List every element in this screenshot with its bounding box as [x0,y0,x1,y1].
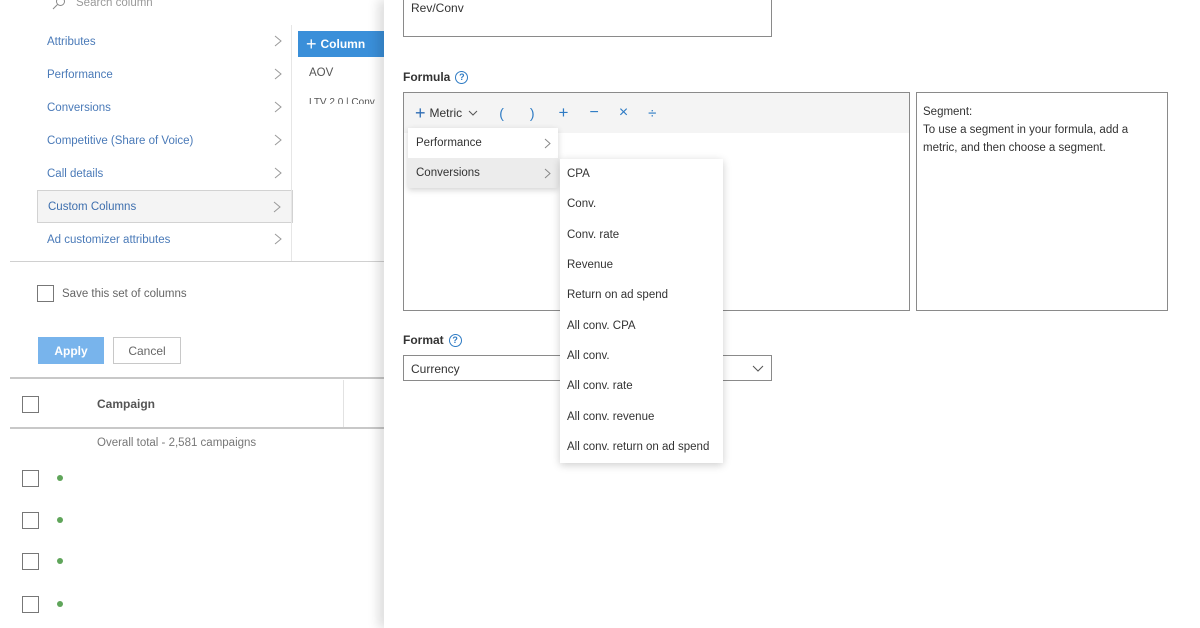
row-checkbox[interactable] [22,512,39,529]
menu-item-conversions[interactable]: Conversions [408,158,558,188]
column-category-list: Attributes Performance Conversions Compe… [37,25,293,256]
category-label: Performance [47,68,113,81]
chevron-right-icon [274,68,282,80]
search-icon [52,0,65,10]
formula-toolbar: + Metric ( ) + − × ÷ [404,93,909,133]
category-label: Custom Columns [48,200,137,213]
close-paren-button[interactable]: ) [530,105,535,121]
custom-column-item[interactable]: LTV 2.0 | Conv [309,97,375,104]
format-value: Currency [411,362,460,376]
category-label: Conversions [47,101,111,114]
metric-option[interactable]: All conv. CPA [560,310,723,340]
category-performance[interactable]: Performance [37,58,293,91]
save-column-set[interactable]: Save this set of columns [37,285,187,302]
help-icon[interactable]: ? [448,333,462,347]
chevron-right-icon [274,101,282,113]
segment-description: To use a segment in your formula, add a … [923,124,1129,154]
search-input[interactable]: Search column [76,0,153,9]
panel-divider [10,261,384,262]
chevron-right-icon [544,138,551,149]
cancel-button[interactable]: Cancel [113,337,181,364]
open-paren-button[interactable]: ( [499,105,504,121]
multiply-operator-button[interactable]: × [619,104,628,122]
chevron-right-icon [274,233,282,245]
formula-label: Formula ? [403,70,469,84]
metric-option[interactable]: Conv. [560,189,723,219]
metric-category-menu: Performance Conversions [408,128,558,188]
metric-option[interactable]: Revenue [560,250,723,280]
status-dot-icon [57,517,63,523]
divide-operator-button[interactable]: ÷ [648,105,656,122]
column-divider [291,25,292,261]
chevron-right-icon [274,167,282,179]
help-icon[interactable]: ? [455,70,469,84]
column-separator [343,380,344,427]
segment-title: Segment: [923,106,973,118]
row-checkbox[interactable] [22,596,39,613]
segment-help-panel: Segment: To use a segment in your formul… [916,92,1168,311]
category-ad-customizer[interactable]: Ad customizer attributes [37,223,293,256]
status-dot-icon [57,475,63,481]
chevron-right-icon [544,168,551,179]
plus-operator-button[interactable]: + [559,103,569,123]
row-checkbox[interactable] [22,553,39,570]
metric-option[interactable]: All conv. rate [560,371,723,401]
plus-icon: + [306,34,317,54]
save-set-checkbox[interactable] [37,285,54,302]
overall-total-row: Overall total - 2,581 campaigns [97,437,257,449]
select-all-checkbox[interactable] [22,396,39,413]
column-search[interactable]: Search column [52,0,153,10]
category-label: Attributes [47,35,96,48]
formula-label-text: Formula [403,70,451,84]
plus-icon: + [415,103,426,123]
metric-option[interactable]: All conv. return on ad spend [560,432,723,462]
custom-column-item[interactable]: AOV [309,67,333,79]
status-dot-icon [57,558,63,564]
minus-operator-button[interactable]: − [589,104,598,122]
category-label: Call details [47,167,104,180]
campaign-column-header[interactable]: Campaign [97,397,155,411]
category-label: Competitive (Share of Voice) [47,134,194,147]
chevron-right-icon [274,35,282,47]
table-border [10,377,384,379]
conversions-metric-submenu: CPA Conv. Conv. rate Revenue Return on a… [560,159,723,463]
status-dot-icon [57,601,63,607]
format-label: Format ? [403,333,462,347]
metric-option[interactable]: CPA [560,159,723,189]
metric-option[interactable]: Return on ad spend [560,280,723,310]
save-set-label: Save this set of columns [62,287,187,300]
add-column-label: Column [320,37,366,51]
format-label-text: Format [403,333,444,347]
table-border [10,427,384,429]
category-attributes[interactable]: Attributes [37,25,293,58]
category-custom-columns[interactable]: Custom Columns [37,190,293,223]
column-chooser-panel: Search column Attributes Performance Con… [0,0,384,628]
metric-dropdown-button[interactable]: + Metric [415,104,478,122]
metric-option[interactable]: Conv. rate [560,220,723,250]
metric-label: Metric [429,106,463,120]
metric-option[interactable]: All conv. revenue [560,401,723,431]
category-competitive[interactable]: Competitive (Share of Voice) [37,124,293,157]
row-checkbox[interactable] [22,470,39,487]
category-conversions[interactable]: Conversions [37,91,293,124]
chevron-down-icon [752,365,764,372]
apply-button[interactable]: Apply [38,337,104,364]
menu-item-label: Performance [416,137,482,149]
metric-option[interactable]: All conv. [560,341,723,371]
category-label: Ad customizer attributes [47,233,171,246]
category-call-details[interactable]: Call details [37,157,293,190]
custom-column-editor: Rev/Conv Formula ? + Metric ( ) + − × ÷ … [384,0,1200,628]
chevron-down-icon [468,110,478,116]
add-column-button[interactable]: + Column [298,31,384,57]
menu-item-label: Conversions [416,167,480,179]
menu-item-performance[interactable]: Performance [408,128,558,158]
column-name-input[interactable]: Rev/Conv [403,0,772,37]
chevron-right-icon [274,134,282,146]
chevron-right-icon [273,201,281,213]
